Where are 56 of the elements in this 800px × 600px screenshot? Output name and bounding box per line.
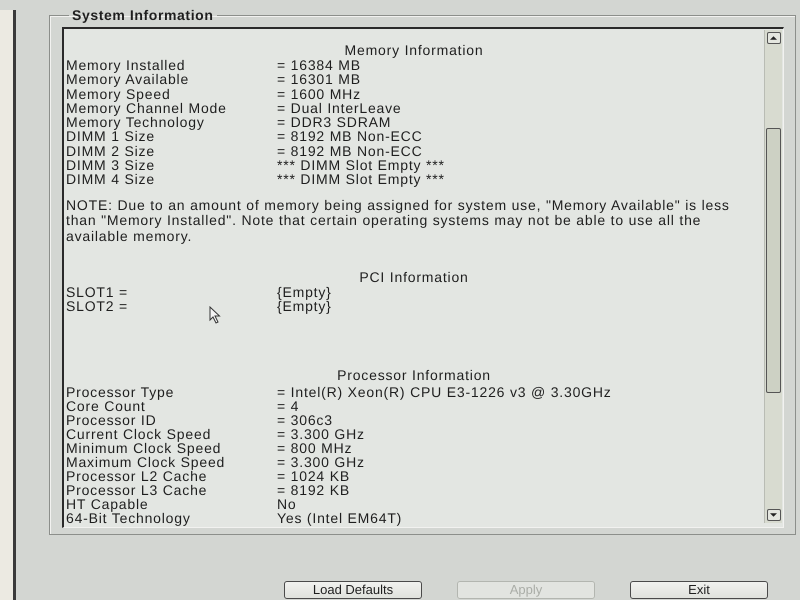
field-value: = 4	[277, 398, 300, 413]
field-label: SLOT1 =	[66, 285, 128, 300]
field-label: Processor ID	[66, 412, 157, 427]
field-label: Current Clock Speed	[66, 426, 212, 441]
field-value: *** DIMM Slot Empty ***	[277, 172, 445, 187]
dialog-button[interactable]: Exit	[630, 581, 768, 599]
dialog-button[interactable]: Load Defaults	[284, 581, 422, 599]
field-value: Yes (Intel EM64T)	[277, 510, 402, 525]
field-value: = 3.300 GHz	[277, 454, 365, 469]
field-label: Maximum Clock Speed	[66, 454, 226, 469]
field-label: Processor L2 Cache	[66, 468, 208, 483]
field-label: Minimum Clock Speed	[66, 440, 222, 455]
field-label: Memory Available	[66, 72, 190, 87]
field-value: = 16301 MB	[277, 72, 361, 87]
mouse-pointer-icon	[209, 306, 221, 324]
field-value: {Empty}	[277, 299, 332, 314]
scrollbar-thumb[interactable]	[766, 128, 781, 393]
field-label: 64-Bit Technology	[66, 510, 191, 525]
field-value: = 1024 KB	[277, 468, 350, 483]
field-label: Memory Installed	[66, 58, 186, 72]
field-value: = 16384 MB	[277, 58, 361, 72]
field-value: = 1600 MHz	[277, 86, 361, 101]
field-value: *** DIMM Slot Empty ***	[277, 158, 445, 172]
field-label: Memory Speed	[66, 86, 171, 101]
field-label: Processor Type	[66, 384, 174, 399]
field-label: Memory Channel Mode	[66, 100, 227, 116]
field-label: SLOT2 =	[66, 299, 128, 314]
field-value: = 8192 KB	[277, 482, 350, 497]
caret-up-icon	[770, 36, 777, 40]
scroll-down-button[interactable]	[766, 509, 780, 521]
note-text: NOTE: Due to an amount of memory being assigned for system use, "Memory Available" is less than "Memory Installed". Note that certain operating systems may not be able to use all the available memory.	[66, 198, 731, 244]
field-value: = Intel(R) Xeon(R) CPU E3-1226 v3 @ 3.30GHz	[277, 384, 612, 399]
field-value: = 306c3	[277, 412, 333, 427]
field-label: DIMM 3 Size	[66, 158, 155, 172]
field-label: DIMM 1 Size	[66, 129, 155, 144]
scroll-up-button[interactable]	[766, 32, 780, 44]
field-value: = 8192 MB Non-ECC	[277, 129, 422, 144]
scrollbar[interactable]	[764, 30, 782, 523]
field-value: = 800 MHz	[277, 440, 352, 455]
field-label: DIMM 2 Size	[66, 144, 155, 158]
field-value: {Empty}	[277, 285, 332, 300]
field-label: Processor L3 Cache	[66, 482, 208, 497]
field-value: = Dual InterLeave	[277, 100, 402, 116]
caret-down-icon	[770, 513, 777, 517]
field-value: = 3.300 GHz	[277, 426, 365, 441]
field-value: No	[277, 496, 296, 511]
section-heading: Processor Information	[336, 368, 492, 383]
field-label: HT Capable	[66, 496, 148, 511]
field-value: = DDR3 SDRAM	[277, 115, 392, 130]
field-value: = 8192 MB Non-ECC	[277, 144, 422, 158]
section-heading: Memory Information	[344, 43, 484, 58]
field-label: Core Count	[66, 398, 146, 413]
group-box-title: System Information	[71, 7, 214, 23]
field-label: DIMM 4 Size	[66, 172, 155, 187]
field-label: Memory Technology	[66, 115, 205, 130]
section-heading: PCI Information	[358, 270, 470, 286]
